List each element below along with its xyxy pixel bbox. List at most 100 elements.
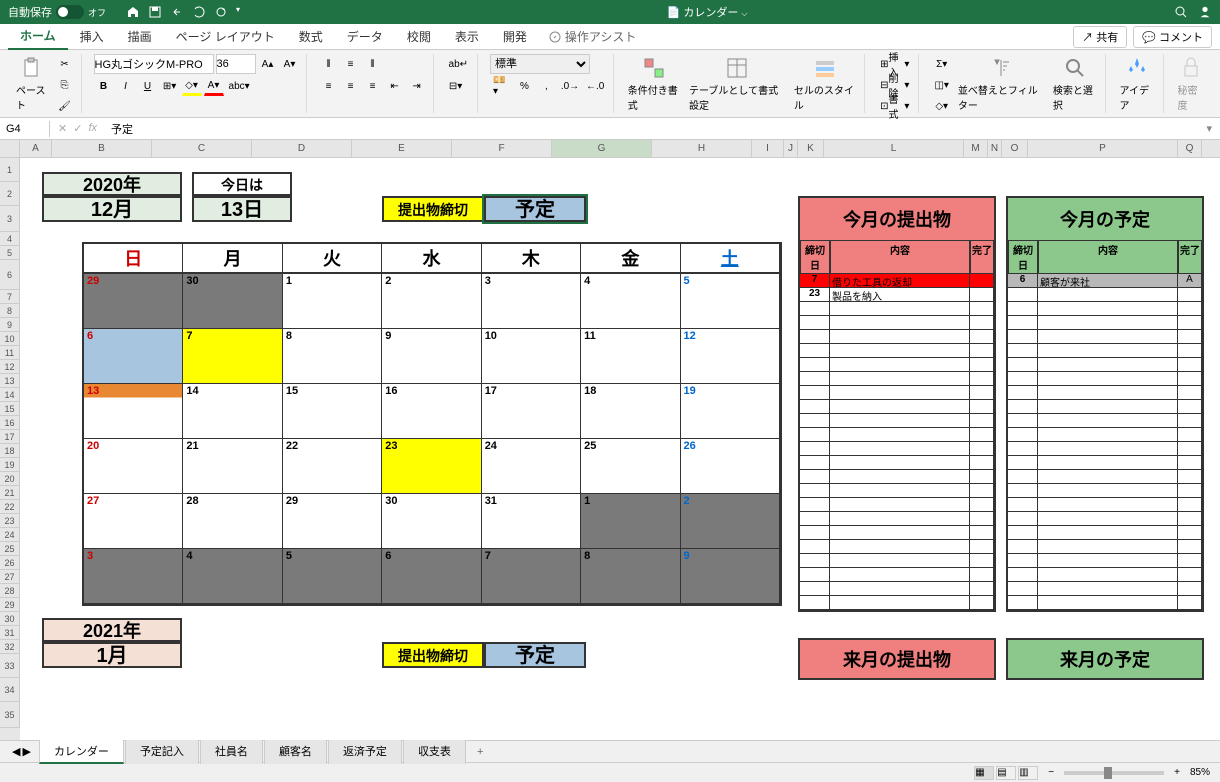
table-row[interactable] (1008, 484, 1202, 498)
redo-icon[interactable] (192, 5, 206, 19)
calendar-cell[interactable]: 23 (382, 439, 481, 494)
row-header[interactable]: 15 (0, 402, 20, 416)
table-row[interactable] (1008, 582, 1202, 596)
calendar-cell[interactable]: 21 (183, 439, 282, 494)
calendar-cell[interactable]: 11 (581, 329, 680, 384)
row-header[interactable]: 29 (0, 598, 20, 612)
column-header[interactable]: E (352, 140, 452, 157)
sum-icon[interactable]: Σ▾ (931, 54, 951, 74)
calendar-cell[interactable]: 30 (183, 274, 282, 329)
table-row[interactable] (1008, 428, 1202, 442)
calendar-cell[interactable]: 27 (84, 494, 183, 549)
page-layout-view-icon[interactable]: ▤ (996, 766, 1016, 780)
table-row[interactable] (1008, 400, 1202, 414)
font-size-select[interactable] (216, 54, 256, 74)
row-header[interactable]: 5 (0, 246, 20, 260)
border-button[interactable]: ⊞▾ (160, 76, 180, 96)
zoom-slider[interactable] (1064, 771, 1164, 775)
format-painter-icon[interactable]: 🖌 (55, 96, 75, 116)
tab-scroll-right-icon[interactable]: ▶ (22, 745, 30, 758)
ideas-button[interactable]: アイデア (1118, 54, 1157, 114)
row-header[interactable]: 2 (0, 182, 20, 206)
wrap-text-icon[interactable]: ab↵ (446, 54, 472, 74)
table-row[interactable] (1008, 568, 1202, 582)
save-icon[interactable] (148, 5, 162, 19)
clear-icon[interactable]: ◇▾ (931, 96, 951, 116)
row-header[interactable]: 6 (0, 260, 20, 290)
table-row[interactable] (800, 442, 994, 456)
merge-cells-icon[interactable]: ⊟▾ (446, 76, 466, 96)
table-row[interactable]: 23製品を納入 (800, 288, 994, 302)
zoom-out-icon[interactable]: − (1048, 767, 1054, 778)
tab-view[interactable]: 表示 (443, 24, 491, 49)
row-header[interactable]: 18 (0, 444, 20, 458)
indent-decrease-icon[interactable]: ⇤ (385, 76, 405, 96)
table-row[interactable] (1008, 498, 1202, 512)
find-select-button[interactable]: 検索と選択 (1051, 54, 1099, 114)
column-header[interactable]: F (452, 140, 552, 157)
table-row[interactable] (1008, 344, 1202, 358)
table-row[interactable] (1008, 358, 1202, 372)
table-row[interactable] (800, 526, 994, 540)
tab-scroll-left-icon[interactable]: ◀ (12, 745, 20, 758)
row-header[interactable]: 21 (0, 486, 20, 500)
row-header[interactable]: 33 (0, 654, 20, 678)
zoom-level[interactable]: 85% (1190, 767, 1210, 778)
row-header[interactable]: 3 (0, 206, 20, 232)
comma-icon[interactable]: , (536, 76, 556, 96)
align-left-icon[interactable]: ≡ (319, 76, 339, 96)
sensitivity-button[interactable]: 秘密度 (1176, 54, 1206, 114)
row-header[interactable]: 31 (0, 626, 20, 640)
column-header[interactable]: B (52, 140, 152, 157)
column-header[interactable]: C (152, 140, 252, 157)
row-header[interactable]: 20 (0, 472, 20, 486)
calendar-cell[interactable]: 13 (84, 384, 183, 439)
accept-formula-icon[interactable]: ✓ (73, 122, 82, 135)
row-header[interactable]: 8 (0, 304, 20, 318)
normal-view-icon[interactable]: ▦ (974, 766, 994, 780)
calendar-cell[interactable]: 16 (382, 384, 481, 439)
align-middle-icon[interactable]: ≡ (341, 54, 361, 74)
row-header[interactable]: 14 (0, 388, 20, 402)
sheet-tab[interactable]: 予定記入 (125, 739, 199, 764)
calendar-cell[interactable]: 7 (482, 549, 581, 604)
align-bottom-icon[interactable]: ⫴ (363, 54, 383, 74)
table-row[interactable] (800, 470, 994, 484)
font-name-select[interactable] (94, 54, 214, 74)
comments-button[interactable]: 💬 コメント (1133, 26, 1212, 48)
sheet-tab[interactable]: 返済予定 (328, 739, 402, 764)
font-color-button[interactable]: A▾ (204, 76, 224, 96)
table-row[interactable] (1008, 316, 1202, 330)
table-row[interactable] (800, 456, 994, 470)
row-header[interactable]: 30 (0, 612, 20, 626)
calendar-cell[interactable]: 15 (283, 384, 382, 439)
table-row[interactable] (800, 330, 994, 344)
calendar-cell[interactable]: 22 (283, 439, 382, 494)
percent-icon[interactable]: % (514, 76, 534, 96)
row-header[interactable]: 25 (0, 542, 20, 556)
name-box[interactable]: G4 (0, 121, 50, 137)
underline-button[interactable]: U (138, 76, 158, 96)
paste-button[interactable]: ペースト (14, 54, 51, 114)
calendar-cell[interactable]: 7 (183, 329, 282, 384)
row-header[interactable]: 10 (0, 332, 20, 346)
row-header[interactable]: 7 (0, 290, 20, 304)
calendar-cell[interactable]: 29 (283, 494, 382, 549)
formula-input[interactable]: 予定 (105, 119, 1198, 139)
table-row[interactable] (1008, 372, 1202, 386)
table-row[interactable] (800, 582, 994, 596)
sort-filter-button[interactable]: 並べ替えとフィルター (956, 54, 1047, 114)
select-all-corner[interactable] (0, 140, 20, 157)
table-row[interactable] (1008, 414, 1202, 428)
cell-styles-button[interactable]: セルのスタイル (792, 54, 858, 114)
table-row[interactable] (800, 372, 994, 386)
row-header[interactable]: 28 (0, 584, 20, 598)
column-header[interactable]: L (824, 140, 964, 157)
column-header[interactable]: O (1002, 140, 1028, 157)
calendar-cell[interactable]: 8 (581, 549, 680, 604)
calendar-cell[interactable]: 1 (581, 494, 680, 549)
table-row[interactable] (800, 512, 994, 526)
table-row[interactable] (800, 596, 994, 610)
row-header[interactable]: 32 (0, 640, 20, 654)
column-header[interactable]: D (252, 140, 352, 157)
